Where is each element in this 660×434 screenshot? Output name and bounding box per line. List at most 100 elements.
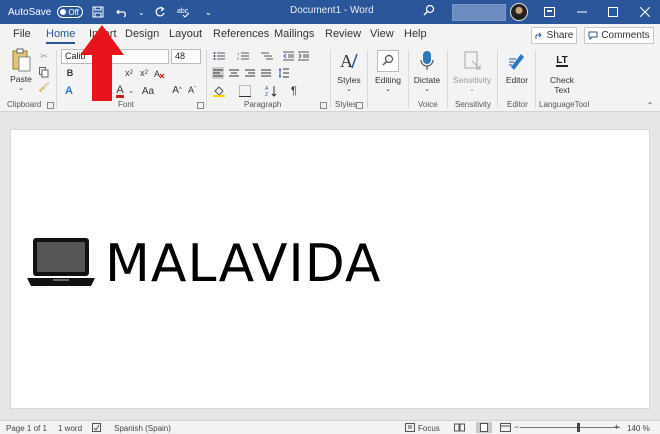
tab-design[interactable]: Design	[125, 28, 159, 40]
avatar[interactable]	[510, 3, 528, 21]
autosave-toggle[interactable]: Off	[57, 6, 84, 18]
tab-view[interactable]: View	[370, 28, 394, 40]
dictate-label: Dictate	[413, 75, 441, 85]
search-icon[interactable]	[422, 4, 436, 18]
read-mode-icon[interactable]	[454, 423, 465, 434]
superscript-icon[interactable]: x2	[138, 67, 150, 79]
tab-review[interactable]: Review	[325, 28, 361, 40]
tab-home[interactable]: Home	[46, 28, 76, 44]
format-painter-icon[interactable]: 🖌	[38, 81, 50, 93]
shrink-font-icon[interactable]: Aˇ	[186, 83, 198, 97]
find-icon	[377, 50, 399, 72]
language-indicator[interactable]: Spanish (Spain)	[114, 424, 171, 433]
share-button[interactable]: Share	[531, 27, 577, 44]
numbering-icon[interactable]: 12	[236, 50, 250, 62]
sensitivity-group-label: Sensitivity	[455, 100, 492, 109]
document-title: Document1 - Word	[290, 5, 374, 16]
show-formatting-icon[interactable]: ¶	[288, 84, 300, 98]
divider	[56, 50, 57, 108]
redo-icon[interactable]	[151, 3, 169, 21]
maximize-icon[interactable]	[598, 0, 628, 24]
check-text-button[interactable]: LT Check Text	[544, 50, 580, 95]
print-layout-icon[interactable]	[476, 422, 492, 433]
font-size-select[interactable]: 48	[171, 49, 201, 64]
text-effects-icon[interactable]: A	[62, 84, 76, 98]
check-text-label-line2: Text	[554, 85, 570, 95]
tab-references[interactable]: References	[213, 28, 269, 40]
cut-icon[interactable]: ✂	[38, 50, 50, 62]
save-icon[interactable]	[89, 3, 107, 21]
decrease-indent-icon[interactable]	[282, 50, 294, 62]
sensitivity-icon	[461, 50, 483, 72]
languagetool-group-label: LanguageTool	[539, 100, 590, 109]
sensitivity-button[interactable]: Sensitivity ⌄	[450, 50, 494, 93]
close-icon[interactable]	[630, 0, 660, 24]
sort-icon[interactable]: AZ	[264, 84, 278, 98]
customize-toolbar-icon[interactable]: ⌄	[199, 3, 217, 21]
subscript-icon[interactable]: x2	[123, 67, 135, 79]
clipboard-paste-icon	[10, 48, 32, 72]
focus-icon[interactable]	[405, 423, 415, 434]
proofing-icon[interactable]	[92, 423, 101, 434]
font-expand-icon[interactable]	[197, 102, 204, 109]
minimize-icon[interactable]	[567, 0, 597, 24]
zoom-slider-thumb[interactable]	[577, 423, 580, 432]
increase-indent-icon[interactable]	[297, 50, 309, 62]
ribbon-display-icon[interactable]	[534, 0, 564, 24]
zoom-in-icon[interactable]: +	[614, 422, 619, 432]
justify-icon[interactable]	[260, 67, 272, 79]
styles-button[interactable]: A Styles ⌄	[335, 50, 363, 93]
focus-label[interactable]: Focus	[418, 424, 440, 433]
document-content[interactable]: MALAVIDA	[25, 236, 381, 291]
editor-button[interactable]: Editor	[502, 50, 532, 85]
undo-icon[interactable]	[113, 3, 131, 21]
tab-help[interactable]: Help	[404, 28, 427, 40]
clear-formatting-icon[interactable]: A	[153, 67, 165, 79]
svg-text:abc: abc	[177, 8, 189, 15]
web-layout-icon[interactable]	[500, 423, 511, 434]
divider	[497, 50, 498, 108]
collapse-ribbon-icon[interactable]: ⌃	[645, 100, 655, 110]
align-right-icon[interactable]	[244, 67, 256, 79]
document-page[interactable]: MALAVIDA	[10, 129, 650, 409]
multilevel-list-icon[interactable]	[260, 50, 274, 62]
bullets-icon[interactable]	[212, 50, 226, 62]
font-color-dropdown-icon[interactable]: ⌄	[127, 84, 135, 98]
editing-button[interactable]: Editing ⌄	[372, 50, 404, 93]
shading-icon[interactable]	[212, 84, 226, 98]
line-spacing-icon[interactable]	[278, 67, 290, 79]
divider	[206, 50, 207, 108]
paste-dropdown-icon[interactable]: ⌄	[18, 84, 24, 92]
zoom-out-icon[interactable]: −	[514, 422, 519, 432]
dictate-button[interactable]: Dictate ⌄	[412, 50, 442, 93]
account-name-box[interactable]	[452, 4, 506, 21]
page-count[interactable]: Page 1 of 1	[6, 424, 47, 433]
clipboard-expand-icon[interactable]	[47, 102, 54, 109]
check-text-label-line1: Check	[549, 75, 575, 85]
align-center-icon[interactable]	[228, 67, 240, 79]
zoom-slider-track[interactable]	[520, 427, 620, 428]
sensitivity-dropdown-icon[interactable]: ⌄	[469, 85, 475, 93]
spelling-check-icon[interactable]: abc	[175, 3, 193, 21]
tab-layout[interactable]: Layout	[169, 28, 202, 40]
bold-button[interactable]: B	[64, 67, 76, 79]
comments-button[interactable]: Comments	[584, 27, 654, 44]
tab-file[interactable]: File	[13, 28, 31, 40]
borders-icon[interactable]	[238, 84, 252, 98]
dictate-dropdown-icon[interactable]: ⌄	[424, 85, 430, 93]
styles-dropdown-icon[interactable]: ⌄	[346, 85, 352, 93]
grow-font-icon[interactable]: A ^	[171, 83, 183, 97]
word-count[interactable]: 1 word	[58, 424, 82, 433]
paste-button[interactable]: Paste ⌄	[8, 48, 34, 92]
autosave-label: AutoSave	[8, 6, 52, 18]
change-case-button[interactable]: Aa	[140, 84, 156, 98]
copy-icon[interactable]	[38, 66, 50, 78]
document-area: MALAVIDA	[0, 112, 660, 420]
paragraph-expand-icon[interactable]	[320, 102, 327, 109]
undo-dropdown-icon[interactable]: ⌄	[137, 3, 145, 21]
styles-expand-icon[interactable]	[356, 102, 363, 109]
tab-mailings[interactable]: Mailings	[274, 28, 314, 40]
editing-dropdown-icon[interactable]: ⌄	[385, 85, 391, 93]
zoom-level[interactable]: 140 %	[627, 424, 650, 433]
align-left-icon[interactable]	[212, 67, 224, 79]
